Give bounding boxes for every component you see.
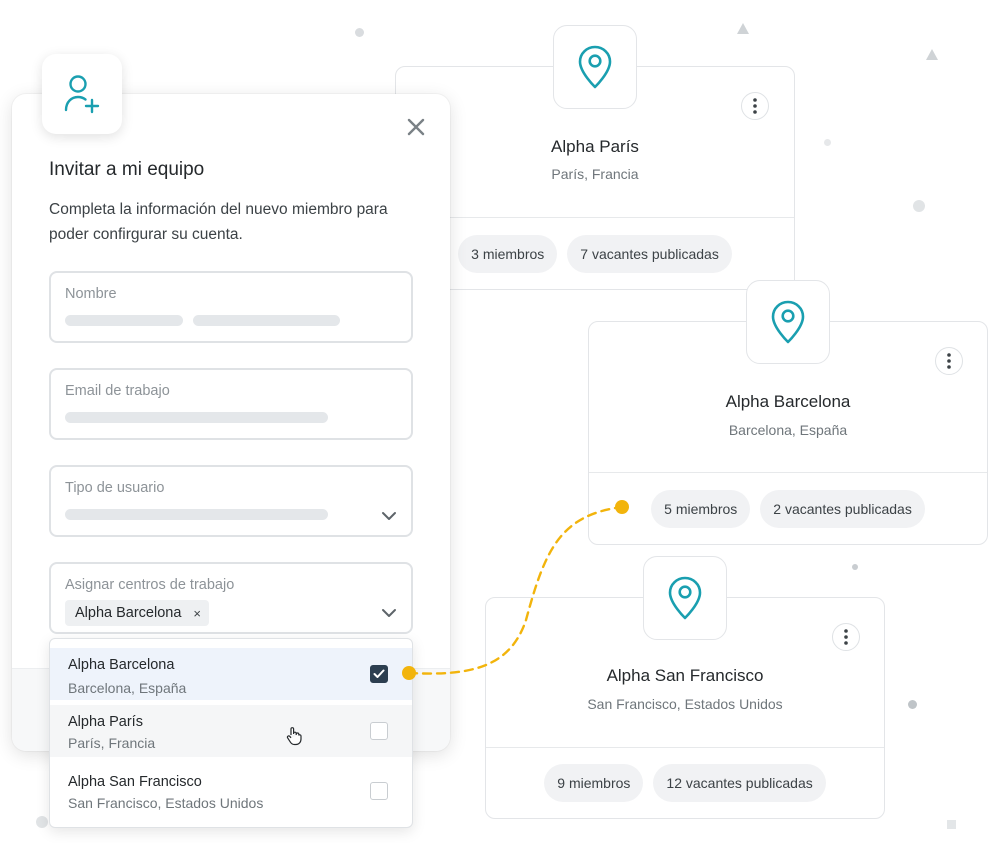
connector-line <box>402 500 629 680</box>
